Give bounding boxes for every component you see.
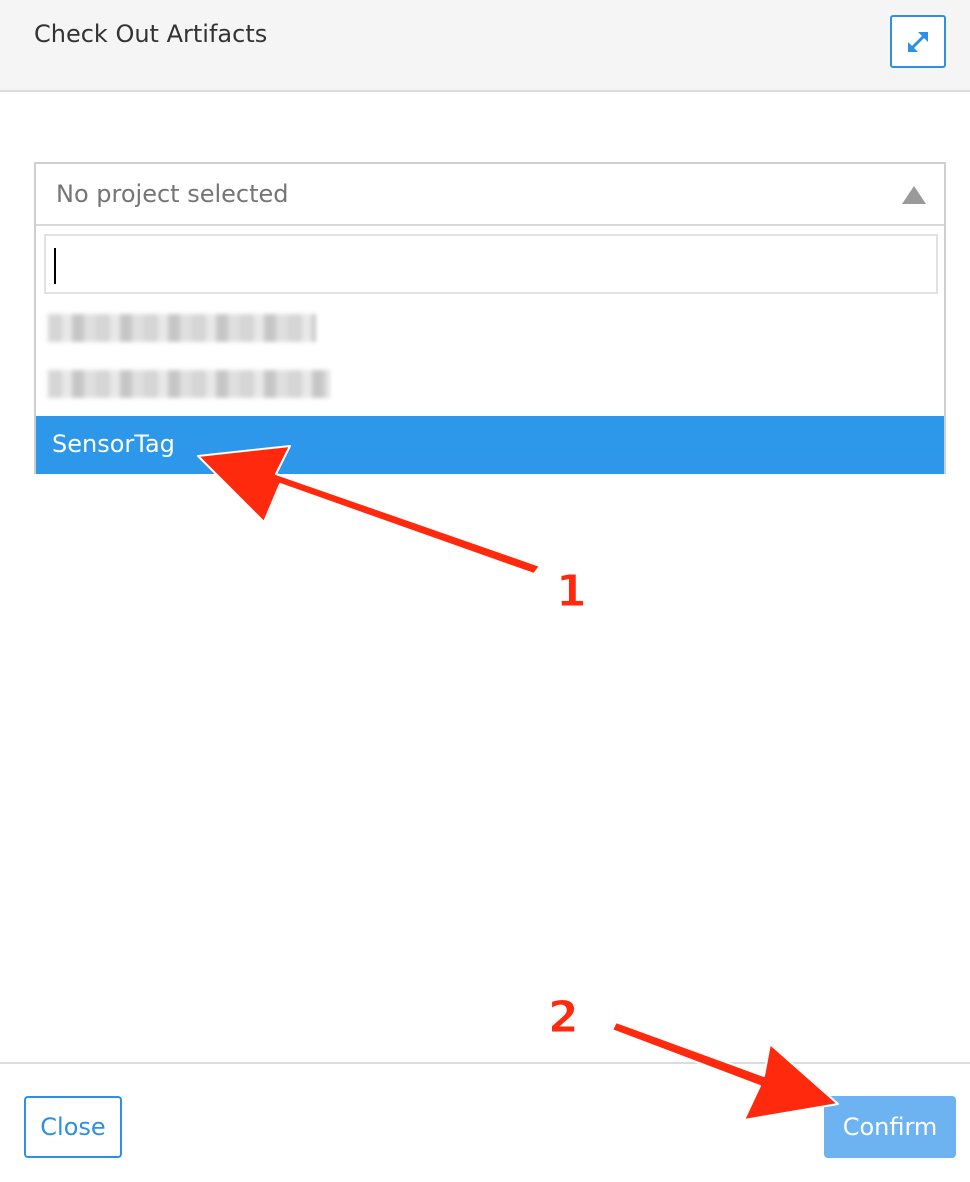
annotation-arrow-2 — [611, 1021, 839, 1121]
blurred-project-name — [48, 370, 330, 398]
project-select-toggle[interactable]: No project selected — [36, 164, 944, 226]
project-option-sensortag[interactable]: SensorTag — [36, 416, 944, 474]
text-cursor — [54, 248, 56, 284]
annotation-step-1: 1 — [556, 566, 588, 618]
check-out-artifacts-dialog: Check Out Artifacts No project selected … — [0, 0, 970, 1182]
project-select-placeholder: No project selected — [56, 180, 289, 208]
expand-button[interactable] — [890, 15, 946, 68]
project-search-input[interactable] — [44, 234, 938, 294]
dialog-title: Check Out Artifacts — [34, 20, 268, 48]
expand-arrows-icon — [908, 31, 928, 52]
annotation-step-2: 2 — [548, 992, 580, 1044]
caret-up-icon[interactable] — [902, 186, 926, 204]
dialog-header: Check Out Artifacts — [0, 0, 970, 92]
blurred-project-name — [48, 314, 316, 342]
confirm-button[interactable]: Confirm — [824, 1096, 956, 1158]
project-option-blurred-1[interactable] — [36, 300, 944, 358]
project-select[interactable]: No project selected SensorTag — [34, 162, 946, 474]
close-button[interactable]: Close — [24, 1096, 122, 1158]
footer-divider — [0, 1062, 970, 1064]
project-option-blurred-2[interactable] — [36, 356, 944, 414]
project-option-label: SensorTag — [52, 430, 175, 458]
